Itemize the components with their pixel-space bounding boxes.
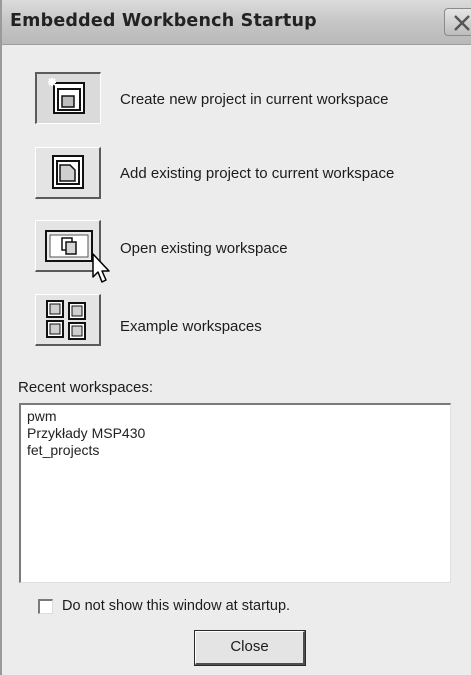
create-new-project-button[interactable]: [35, 72, 101, 124]
list-item[interactable]: Przykłady MSP430: [27, 425, 444, 442]
do-not-show-checkbox[interactable]: [38, 599, 53, 614]
example-workspaces-button[interactable]: [35, 294, 101, 346]
close-button[interactable]: Close: [195, 631, 305, 665]
startup-dialog: Embedded Workbench Startup Create new pr…: [0, 0, 471, 675]
window-title: Embedded Workbench Startup: [10, 11, 317, 31]
list-item[interactable]: fet_projects: [27, 442, 444, 459]
recent-workspaces-label: Recent workspaces:: [18, 379, 154, 396]
add-existing-project-button[interactable]: [35, 147, 101, 199]
new-project-icon: [48, 78, 85, 114]
list-item[interactable]: pwm: [27, 408, 444, 425]
recent-workspaces-list[interactable]: pwm Przykłady MSP430 fet_projects: [19, 403, 451, 583]
close-icon: [454, 15, 470, 31]
add-existing-project-label[interactable]: Add existing project to current workspac…: [120, 165, 394, 182]
example-workspaces-label[interactable]: Example workspaces: [120, 318, 262, 335]
title-bar[interactable]: Embedded Workbench Startup: [2, 0, 471, 45]
open-workspace-icon: [45, 230, 93, 262]
example-workspaces-icon: [46, 300, 86, 340]
add-project-icon: [52, 155, 84, 189]
create-new-project-label[interactable]: Create new project in current workspace: [120, 91, 388, 108]
window-close-button[interactable]: [444, 8, 471, 36]
do-not-show-label[interactable]: Do not show this window at startup.: [62, 598, 290, 614]
open-existing-workspace-label[interactable]: Open existing workspace: [120, 240, 288, 257]
mouse-pointer-icon: [92, 253, 110, 283]
